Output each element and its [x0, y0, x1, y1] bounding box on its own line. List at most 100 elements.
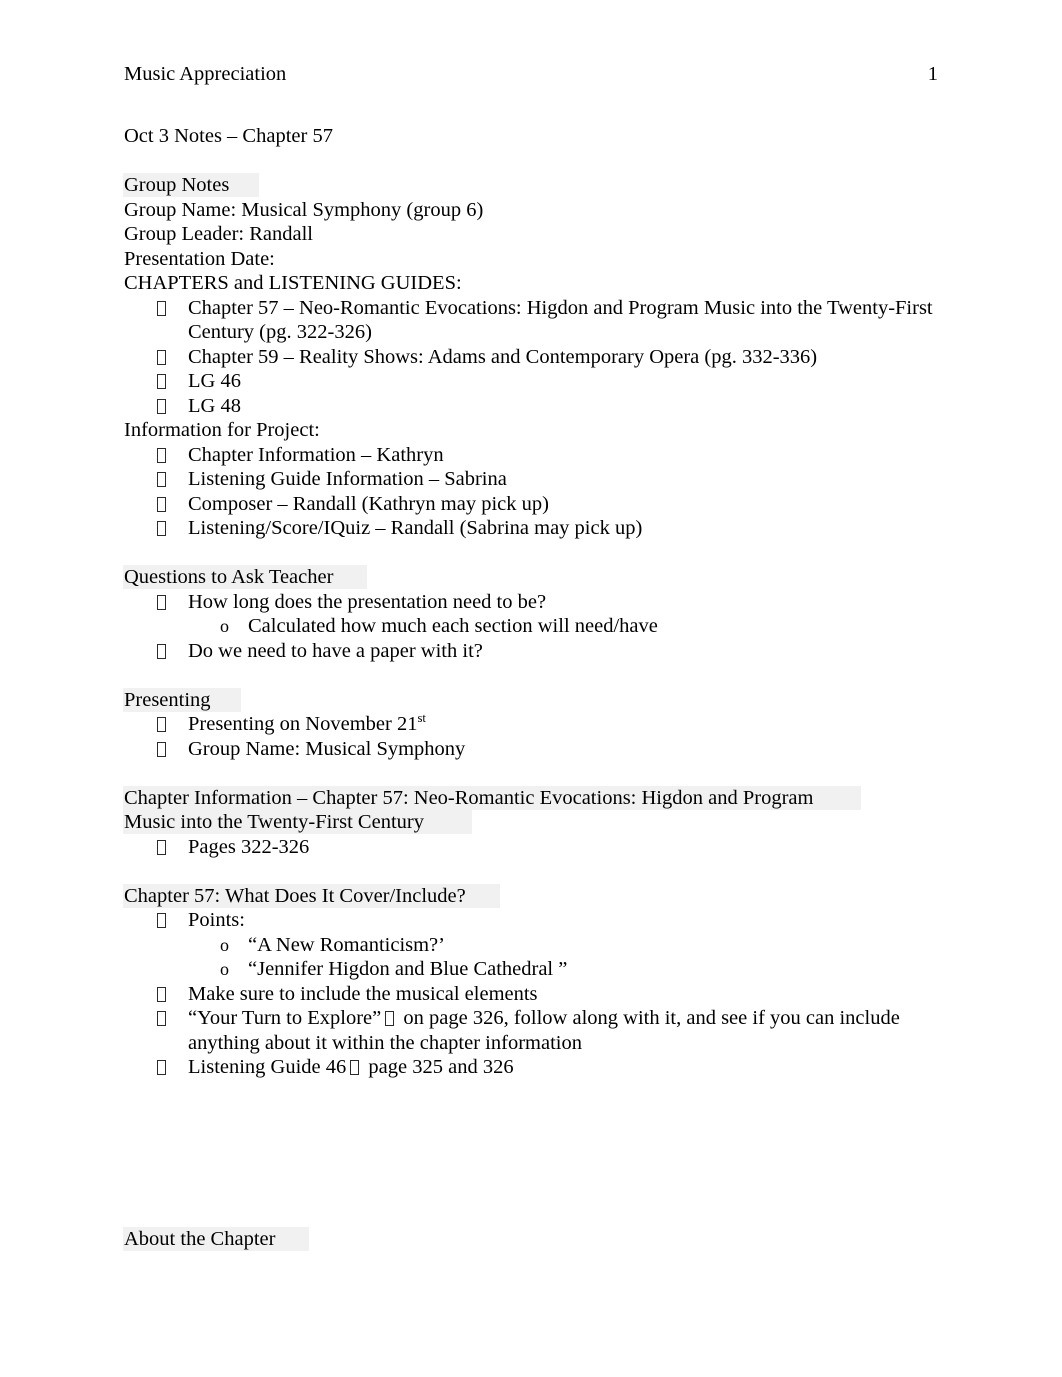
- list-item-label: Listening Guide Information – Sabrina: [188, 468, 507, 490]
- notes-title-line: Oct 3 Notes – Chapter 57: [124, 125, 333, 147]
- list-item: Listening/Score/IQuiz – Randall (Sabrina…: [124, 516, 938, 541]
- bullet-icon: [157, 443, 166, 468]
- chapter-information-heading: Chapter Information – Chapter 57: Neo-Ro…: [123, 785, 938, 811]
- list-item: Points:: [124, 908, 938, 933]
- list-item-label: Points:: [188, 909, 245, 931]
- sub-list-item: o Calculated how much each section will …: [124, 614, 938, 639]
- bullet-icon: [157, 492, 166, 517]
- sub-bullet-icon: o: [220, 959, 229, 979]
- list-item: Chapter Information – Kathryn: [124, 443, 938, 468]
- list-item-your-turn-to-explore: “Your Turn to Explore” on page 326, foll…: [124, 1006, 938, 1055]
- list-item-label: Chapter Information – Kathryn: [188, 443, 444, 466]
- list-item-label: Do we need to have a paper with it?: [188, 639, 483, 662]
- sub-list-item-label: “A New Romanticism?’: [248, 933, 445, 956]
- bullet-icon: [157, 467, 166, 492]
- bullet-icon: [157, 1055, 166, 1080]
- bullet-icon: [157, 835, 166, 860]
- bullet-icon: [157, 369, 166, 394]
- section-heading-text: Group Notes: [123, 173, 260, 197]
- list-item: Do we need to have a paper with it?: [124, 639, 938, 664]
- bullet-icon: [157, 639, 166, 664]
- bullet-icon: [157, 516, 166, 541]
- document-body: Oct 3 Notes – Chapter 57 Group Notes Gro…: [123, 124, 938, 1252]
- list-item-label: How long does the presentation need to b…: [188, 590, 547, 613]
- list-item-label: Pages 322-326: [188, 835, 310, 858]
- lg-suffix: page 325 and 326: [368, 1056, 514, 1078]
- ordinal-suffix: st: [417, 711, 426, 726]
- sub-list-item: o “Jennifer Higdon and Blue Cathedral ”: [124, 957, 938, 982]
- header-title: Music Appreciation: [124, 63, 287, 85]
- list-item-label: Chapter 59 – Reality Shows: Adams and Co…: [188, 345, 818, 368]
- bullet-icon: [157, 908, 166, 933]
- section-heading-text: Questions to Ask Teacher: [123, 565, 368, 589]
- group-name-line: Group Name: Musical Symphony (group 6): [124, 198, 484, 221]
- document-header: Music Appreciation 1: [124, 60, 938, 88]
- chapters-guides-line: CHAPTERS and LISTENING GUIDES:: [124, 272, 462, 294]
- list-item-label: Make sure to include the musical element…: [188, 982, 538, 1005]
- bullet-icon: [157, 345, 166, 370]
- list-item-label: Composer – Randall (Kathryn may pick up): [188, 492, 549, 515]
- group-leader-line: Group Leader: Randall: [124, 223, 313, 245]
- about-the-chapter-text: About the Chapter: [123, 1226, 310, 1251]
- explore-quote: “Your Turn to Explore”: [188, 1007, 382, 1029]
- bullet-icon: [157, 394, 166, 419]
- list-item-label: LG 48: [188, 394, 241, 417]
- sub-list-item-label: Calculated how much each section will ne…: [248, 615, 658, 637]
- list-item: Pages 322-326: [124, 835, 938, 860]
- list-item: LG 46: [124, 369, 938, 394]
- list-item: LG 48: [124, 394, 938, 419]
- sub-bullet-icon: o: [220, 934, 229, 955]
- list-item: Chapter 59 – Reality Shows: Adams and Co…: [124, 345, 938, 370]
- list-item-label: Listening/Score/IQuiz – Randall (Sabrina…: [188, 517, 643, 539]
- sub-bullet-icon: o: [220, 616, 229, 636]
- header-page-number: 1: [927, 63, 938, 85]
- bullet-icon: [157, 982, 166, 1007]
- section-heading-group-notes: Group Notes: [123, 173, 938, 198]
- lg-prefix: Listening Guide 46: [188, 1056, 347, 1078]
- bullet-icon: [157, 737, 166, 762]
- section-heading-about-the-chapter: About the Chapter: [123, 1226, 938, 1252]
- list-item: Group Name: Musical Symphony: [124, 737, 938, 762]
- list-item-label: Chapter 57 – Neo-Romantic Evocations: Hi…: [188, 296, 933, 344]
- list-item: Chapter 57 – Neo-Romantic Evocations: Hi…: [124, 296, 938, 345]
- list-item: Presenting on November 21st: [124, 712, 938, 737]
- presentation-date-line: Presentation Date:: [124, 247, 275, 270]
- arrow-icon: [385, 1011, 395, 1026]
- list-item: How long does the presentation need to b…: [124, 590, 938, 615]
- list-item-label: Presenting on November 21st: [188, 711, 426, 735]
- list-item-listening-guide-46: Listening Guide 46 page 325 and 326: [124, 1055, 938, 1080]
- list-item-label: Group Name: Musical Symphony: [188, 737, 466, 760]
- list-item: Listening Guide Information – Sabrina: [124, 467, 938, 492]
- list-item: Make sure to include the musical element…: [124, 982, 938, 1007]
- chapter-cover-heading-text: Chapter 57: What Does It Cover/Include?: [123, 883, 500, 908]
- chapter-information-heading-line2: Music into the Twenty-First Century: [123, 810, 472, 834]
- sub-list-item-label: “Jennifer Higdon and Blue Cathedral ”: [248, 958, 568, 980]
- chapter-information-heading-line1: Chapter Information – Chapter 57: Neo-Ro…: [123, 785, 862, 810]
- bullet-icon: [157, 296, 166, 321]
- bullet-icon: [157, 590, 166, 615]
- arrow-icon: [350, 1060, 360, 1075]
- chapter-cover-heading: Chapter 57: What Does It Cover/Include?: [123, 883, 938, 909]
- section-heading-questions-to-ask-teacher: Questions to Ask Teacher: [123, 565, 938, 590]
- chapter-information-heading-l2: Music into the Twenty-First Century: [123, 810, 938, 835]
- section-heading-text: Presenting: [123, 687, 241, 712]
- presenting-date-text: Presenting on November 21: [188, 713, 418, 735]
- list-item: Composer – Randall (Kathryn may pick up): [124, 492, 938, 517]
- section-heading-information-for-project: Information for Project:: [124, 419, 320, 441]
- bullet-icon: [157, 712, 166, 737]
- list-item-label: LG 46: [188, 370, 241, 392]
- document-page: Music Appreciation 1 Oct 3 Notes – Chapt…: [0, 0, 1062, 1377]
- sub-list-item: o “A New Romanticism?’: [124, 933, 938, 958]
- section-heading-presenting: Presenting: [123, 687, 938, 713]
